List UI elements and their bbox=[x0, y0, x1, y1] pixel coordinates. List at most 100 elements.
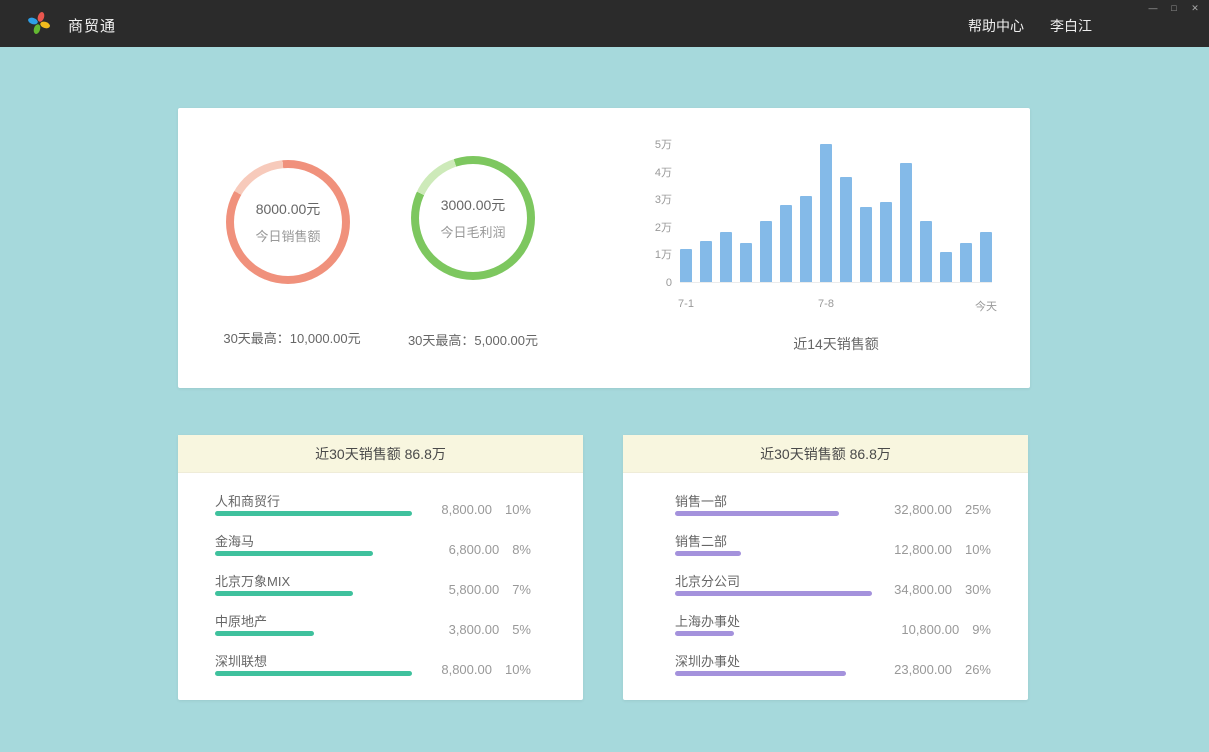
item-progress-bar bbox=[675, 631, 734, 636]
department-card-title: 近30天销售额 86.8万 bbox=[623, 435, 1028, 473]
profit-donut-value: 3000.00元 bbox=[441, 195, 506, 215]
help-center-link[interactable]: 帮助中心 bbox=[968, 16, 1024, 36]
sales-bar-1 bbox=[680, 249, 692, 282]
sales-bar-11 bbox=[880, 202, 892, 282]
topbar: 商贸通 帮助中心 李白江 — □ ✕ bbox=[0, 0, 1209, 47]
item-value: 6,800.00 bbox=[449, 542, 500, 557]
y-tick-label: 5万 bbox=[626, 138, 672, 152]
profit-donut-center: 3000.00元 今日毛利润 bbox=[419, 164, 527, 272]
item-value: 5,800.00 bbox=[449, 582, 500, 597]
item-progress-bar bbox=[675, 551, 741, 556]
list-item: 北京分公司 34,800.00 30% bbox=[675, 569, 991, 609]
sales-donut-value: 8000.00元 bbox=[256, 199, 321, 219]
item-percent: 30% bbox=[965, 582, 991, 597]
item-value: 8,800.00 bbox=[441, 502, 492, 517]
sales-bar-8 bbox=[820, 144, 832, 282]
list-item: 人和商贸行 8,800.00 10% bbox=[215, 489, 531, 529]
item-value: 3,800.00 bbox=[449, 622, 500, 637]
item-name: 深圳办事处 bbox=[675, 651, 740, 670]
item-percent: 9% bbox=[972, 622, 991, 637]
list-item: 销售二部 12,800.00 10% bbox=[675, 529, 991, 569]
sales-bar-4 bbox=[740, 243, 752, 282]
profit-donut: 3000.00元 今日毛利润 bbox=[411, 156, 535, 280]
item-name: 深圳联想 bbox=[215, 651, 267, 670]
item-percent: 10% bbox=[965, 542, 991, 557]
topbar-right: 帮助中心 李白江 bbox=[968, 16, 1092, 36]
item-progress-bar bbox=[215, 671, 412, 676]
item-percent: 7% bbox=[512, 582, 531, 597]
list-item: 深圳办事处 23,800.00 26% bbox=[675, 649, 991, 689]
department-sales-card: 近30天销售额 86.8万 销售一部32,800.0025%销售二部12,800… bbox=[623, 435, 1028, 700]
sales-bar-6 bbox=[780, 205, 792, 282]
sales-bar-10 bbox=[860, 207, 872, 282]
bar-plot bbox=[680, 145, 992, 283]
item-progress-bar bbox=[215, 511, 412, 516]
item-name: 上海办事处 bbox=[675, 611, 740, 630]
app-title: 商贸通 bbox=[68, 15, 116, 36]
item-percent: 10% bbox=[505, 502, 531, 517]
sales-donut-label: 今日销售额 bbox=[255, 226, 320, 245]
customer-sales-card: 近30天销售额 86.8万 人和商贸行 8,800.00 10% 金海马 6,800.0… bbox=[178, 435, 583, 700]
item-name: 中原地产 bbox=[215, 611, 267, 630]
department-card-list: 销售一部32,800.0025%销售二部12,800.0010%北京分公司34,… bbox=[623, 473, 1028, 689]
item-name: 金海马 bbox=[215, 531, 254, 550]
customer-card-title: 近30天销售额 86.8万 bbox=[178, 435, 583, 473]
item-percent: 5% bbox=[512, 622, 531, 637]
customer-card-list: 人和商贸行 8,800.00 10% 金海马 6,800.00 8% 北京万象MIX 5,80… bbox=[178, 473, 583, 689]
sales-bar-15 bbox=[960, 243, 972, 282]
close-button[interactable]: ✕ bbox=[1189, 3, 1201, 14]
x-tick-label: 7-1 bbox=[678, 298, 694, 310]
item-value: 10,800.00 bbox=[901, 622, 959, 637]
item-progress-bar bbox=[675, 671, 846, 676]
sales-bar-3 bbox=[720, 232, 732, 282]
item-percent: 26% bbox=[965, 662, 991, 677]
sales-donut: 8000.00元 今日销售额 bbox=[226, 160, 350, 284]
y-tick-label: 3万 bbox=[626, 193, 672, 207]
item-value: 12,800.00 bbox=[894, 542, 952, 557]
y-tick-label: 2万 bbox=[626, 221, 672, 235]
app-logo-icon bbox=[27, 11, 51, 35]
list-item: 销售一部32,800.0025% bbox=[675, 489, 991, 529]
item-progress-bar bbox=[215, 551, 373, 556]
list-item: 上海办事处 10,800.00 9% bbox=[675, 609, 991, 649]
sales-bar-12 bbox=[900, 163, 912, 282]
item-value: 34,800.00 bbox=[894, 582, 952, 597]
item-value: 23,800.00 bbox=[894, 662, 952, 677]
item-name: 北京分公司 bbox=[675, 571, 740, 590]
bar-chart-title: 近14天销售额 bbox=[680, 334, 992, 354]
sales-bar-9 bbox=[840, 177, 852, 282]
window-controls: — □ ✕ bbox=[1147, 3, 1201, 14]
item-value: 32,800.00 bbox=[894, 502, 952, 517]
item-percent: 8% bbox=[512, 542, 531, 557]
item-name: 人和商贸行 bbox=[215, 491, 280, 510]
y-tick-label: 1万 bbox=[626, 248, 672, 262]
y-tick-label: 0 bbox=[626, 276, 672, 290]
item-progress-bar bbox=[215, 591, 353, 596]
sales-bar-14 bbox=[940, 252, 952, 282]
user-name[interactable]: 李白江 bbox=[1050, 16, 1092, 36]
sales-bar-13 bbox=[920, 221, 932, 282]
list-item: 北京万象MIX 5,800.00 7% bbox=[215, 569, 531, 609]
maximize-button[interactable]: □ bbox=[1168, 3, 1180, 14]
item-value: 8,800.00 bbox=[441, 662, 492, 677]
list-item: 深圳联想 8,800.00 10% bbox=[215, 649, 531, 689]
sales-bar-2 bbox=[700, 241, 712, 282]
y-tick-label: 4万 bbox=[626, 166, 672, 180]
sales-bar-16 bbox=[980, 232, 992, 282]
minimize-button[interactable]: — bbox=[1147, 3, 1159, 14]
item-progress-bar bbox=[675, 591, 872, 596]
item-progress-bar bbox=[675, 511, 839, 516]
profit-donut-label: 今日毛利润 bbox=[440, 222, 505, 241]
sales-bar-5 bbox=[760, 221, 772, 282]
sales-bar-7 bbox=[800, 196, 812, 282]
item-percent: 10% bbox=[505, 662, 531, 677]
item-name: 销售一部 bbox=[675, 491, 727, 510]
list-item: 金海马 6,800.00 8% bbox=[215, 529, 531, 569]
item-progress-bar bbox=[215, 631, 314, 636]
list-item: 中原地产 3,800.00 5% bbox=[215, 609, 531, 649]
sales-donut-center: 8000.00元 今日销售额 bbox=[234, 168, 342, 276]
x-tick-label: 今天 bbox=[975, 298, 997, 314]
item-name: 北京万象MIX bbox=[215, 571, 290, 590]
item-name: 销售二部 bbox=[675, 531, 727, 550]
overview-card: 8000.00元 今日销售额 30天最高：10,000.00元 3000.00元… bbox=[178, 108, 1030, 388]
